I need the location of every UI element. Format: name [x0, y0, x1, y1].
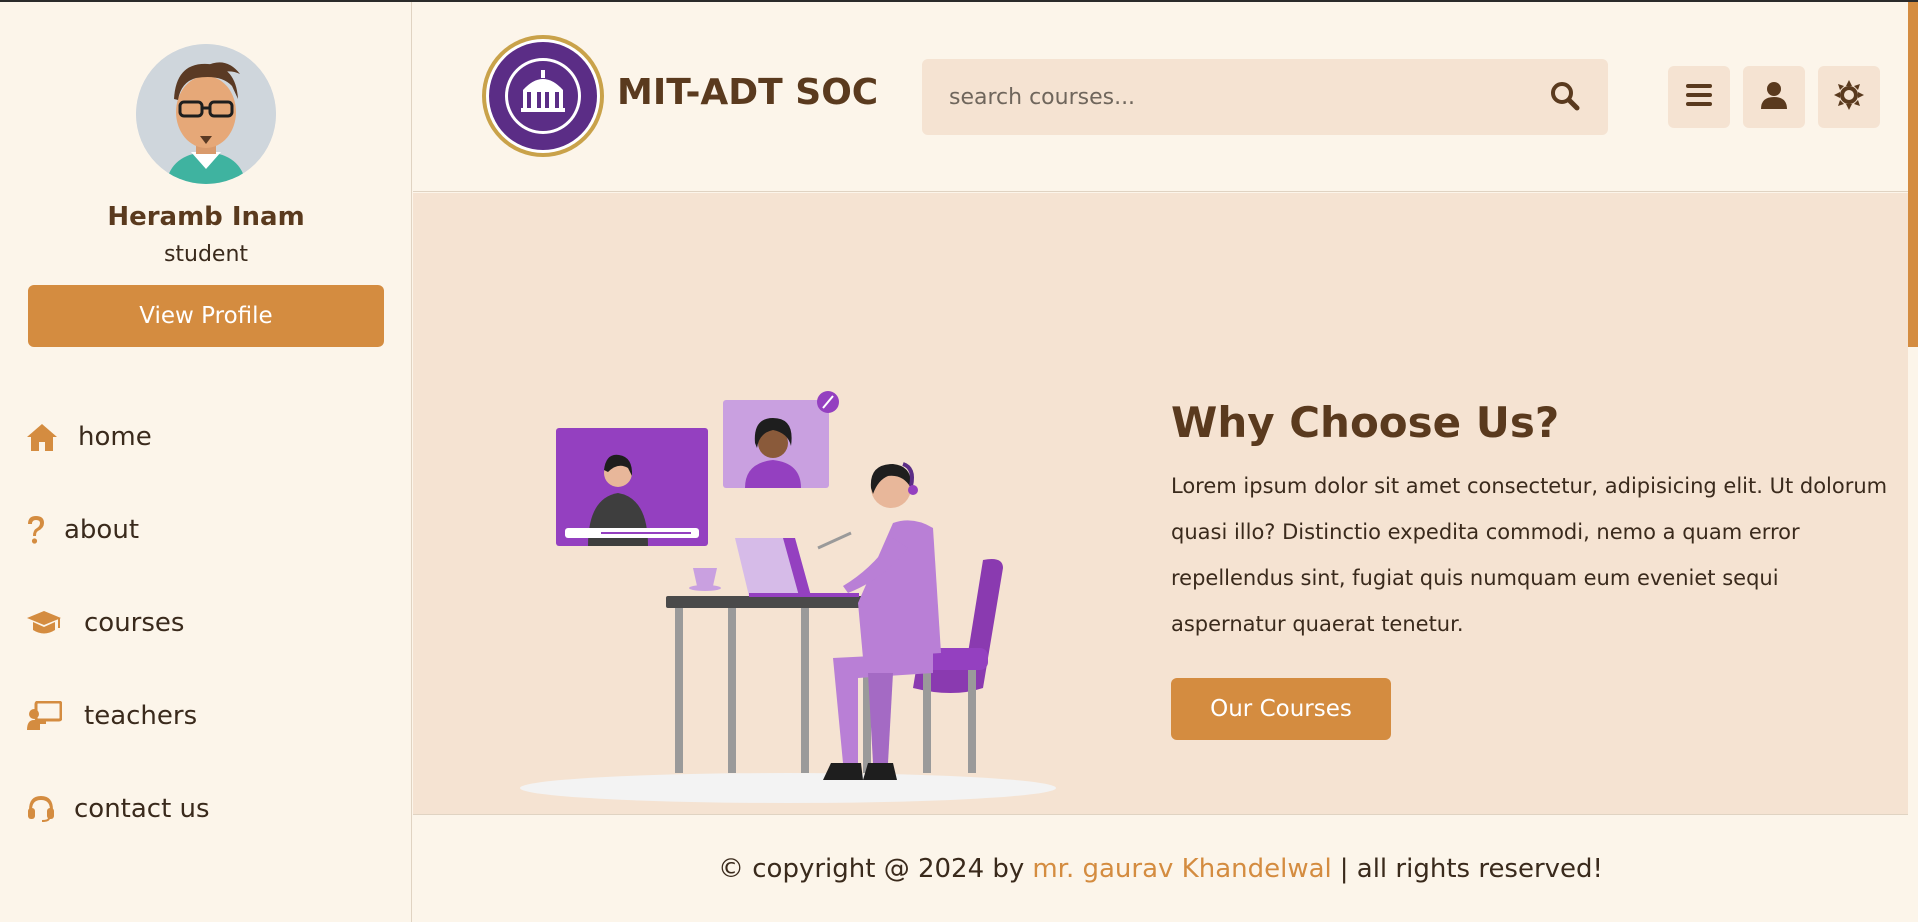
sidebar-item-label: home [78, 422, 152, 452]
footer-copyright: © copyright @ 2024 by [718, 853, 1025, 884]
user-button[interactable] [1743, 66, 1805, 128]
home-icon [26, 420, 60, 454]
university-logo[interactable] [481, 34, 605, 158]
search-icon[interactable] [1550, 81, 1582, 113]
our-courses-button[interactable]: Our Courses [1171, 678, 1391, 740]
scrollbar[interactable] [1908, 2, 1918, 922]
menu-button[interactable] [1668, 66, 1730, 128]
sidebar-item-label: teachers [84, 701, 198, 731]
graduation-cap-icon [26, 606, 64, 640]
user-icon [1761, 81, 1787, 113]
user-role: student [163, 242, 249, 267]
headset-icon [26, 792, 58, 826]
search-bar [922, 59, 1608, 135]
footer: © copyright @ 2024 by mr. gaurav Khandel… [413, 814, 1908, 922]
header: MIT-ADT SOC [413, 2, 1908, 192]
chalkboard-teacher-icon [26, 699, 64, 733]
section-description: Lorem ipsum dolor sit amet consectetur, … [1171, 474, 1888, 636]
footer-rights: | all rights reserved! [1339, 853, 1603, 884]
sidebar-item-home[interactable]: home [26, 412, 152, 462]
sidebar-item-courses[interactable]: courses [26, 598, 184, 648]
sidebar-item-label: contact us [74, 794, 210, 824]
brand-title[interactable]: MIT-ADT SOC [617, 72, 878, 113]
scrollbar-thumb[interactable] [1908, 2, 1918, 347]
section-title: Why Choose Us? [1171, 398, 1560, 447]
question-icon [26, 513, 48, 547]
theme-toggle-button[interactable] [1818, 66, 1880, 128]
sidebar-item-about[interactable]: about [26, 505, 139, 555]
why-choose-us-section: Why Choose Us? Lorem ipsum dolor sit ame… [413, 193, 1908, 814]
sidebar-item-contact[interactable]: contact us [26, 784, 210, 834]
sun-icon [1834, 80, 1864, 114]
sidebar-item-teachers[interactable]: teachers [26, 691, 197, 741]
view-profile-button[interactable]: View Profile [28, 285, 384, 347]
sidebar: Heramb Inam student View Profile home ab… [0, 2, 412, 922]
sidebar-item-label: courses [84, 608, 185, 638]
menu-icon [1686, 84, 1712, 110]
sidebar-item-label: about [64, 515, 140, 545]
footer-author-link[interactable]: mr. gaurav Khandelwal [1032, 854, 1331, 884]
online-learning-illustration [513, 388, 1073, 808]
search-input[interactable] [922, 59, 1522, 135]
avatar[interactable] [136, 44, 276, 184]
user-name: Heramb Inam [107, 202, 305, 232]
